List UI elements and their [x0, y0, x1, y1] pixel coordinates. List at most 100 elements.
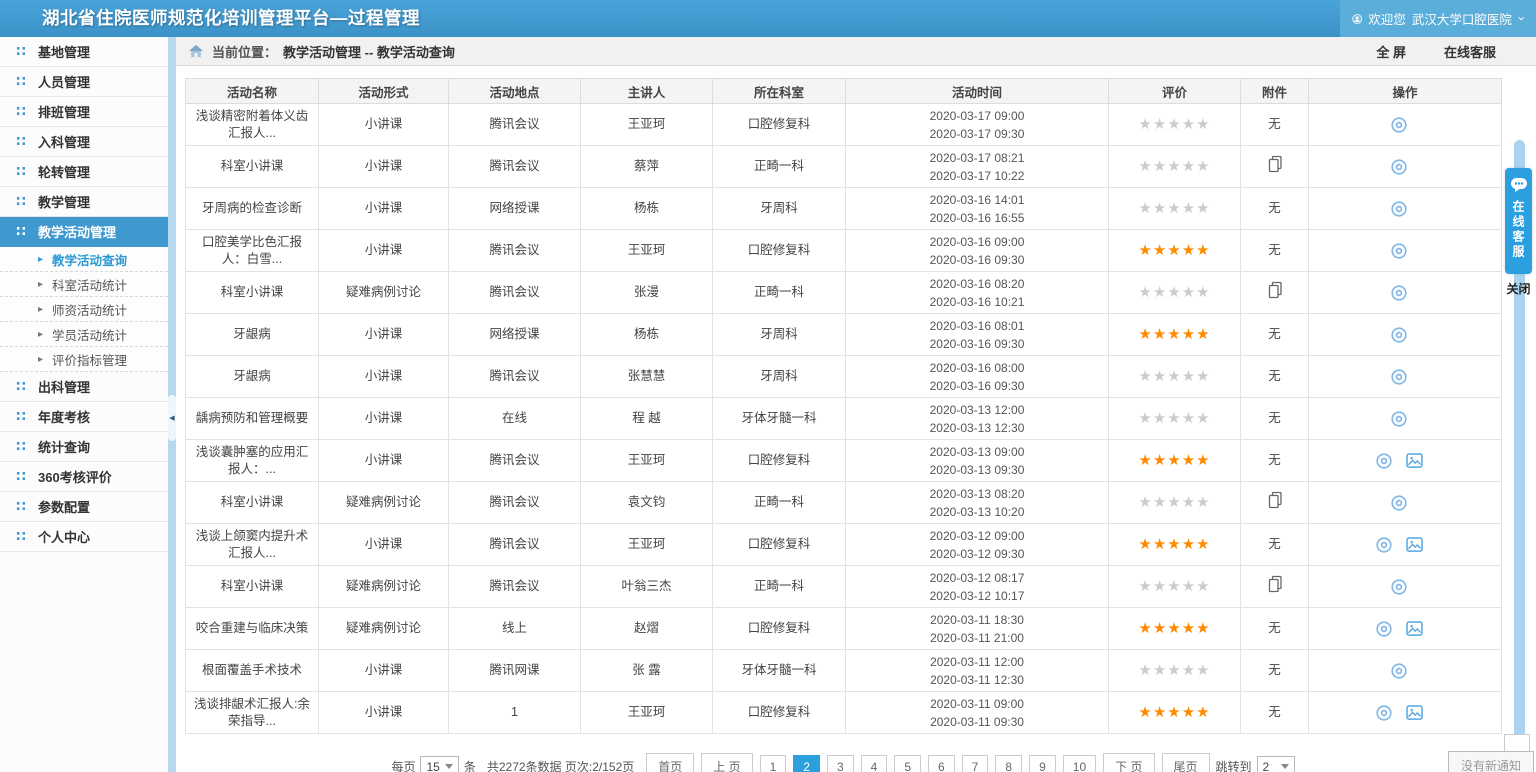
prev-page-button[interactable]: 上 页 [701, 753, 752, 772]
view-icon[interactable] [1375, 536, 1393, 554]
attachment-file-icon[interactable] [1267, 575, 1283, 593]
view-icon[interactable] [1375, 452, 1393, 470]
activity-time: 2020-03-16 08:012020-03-16 09:30 [846, 314, 1109, 356]
activity-form: 疑难病例讨论 [319, 272, 449, 314]
department: 牙周科 [713, 356, 846, 398]
breadcrumb: 教学活动管理 -- 教学活动查询 [283, 42, 455, 61]
submenu-item-activity-query[interactable]: ▸教学活动查询 [0, 247, 168, 272]
menu-dots-icon: ∷ [16, 43, 38, 60]
jump-page-select[interactable]: 2 [1257, 756, 1295, 772]
sidebar-item-personnel-mgmt[interactable]: ∷人员管理 [0, 67, 168, 97]
view-icon[interactable] [1390, 578, 1408, 596]
sidebar-item-personal-center[interactable]: ∷个人中心 [0, 522, 168, 552]
page-button-5[interactable]: 5 [894, 755, 921, 772]
view-icon[interactable] [1390, 494, 1408, 512]
sidebar-item-parameter-config[interactable]: ∷参数配置 [0, 492, 168, 522]
table-row: 龋病预防和管理概要 小讲课 在线 程 越 牙体牙髓一科 2020-03-13 1… [186, 398, 1502, 440]
image-icon[interactable] [1406, 537, 1423, 552]
image-icon[interactable] [1406, 621, 1423, 636]
activity-name: 牙龈病 [186, 356, 319, 398]
view-icon[interactable] [1390, 200, 1408, 218]
sidebar-item-enrollment-mgmt[interactable]: ∷入科管理 [0, 127, 168, 157]
activity-form: 小讲课 [319, 692, 449, 734]
menu-dots-icon: ∷ [16, 498, 38, 515]
fullscreen-button[interactable]: 全 屏 [1376, 42, 1406, 61]
sidebar-item-teaching-mgmt[interactable]: ∷教学管理 [0, 187, 168, 217]
page-button-2-current[interactable]: 2 [793, 755, 820, 772]
activity-time: 2020-03-13 08:202020-03-13 10:20 [846, 482, 1109, 524]
activity-name: 浅谈排龈术汇报人:余荣指导... [186, 692, 319, 734]
table-row: 根面覆盖手术技术 小讲课 腾讯网课 张 露 牙体牙髓一科 2020-03-11 … [186, 650, 1502, 692]
online-service-tab[interactable]: 在线客服 [1505, 168, 1532, 274]
activity-name: 咬合重建与临床决策 [186, 608, 319, 650]
page-button-1[interactable]: 1 [760, 755, 787, 772]
rating-stars: ★★★★★ [1138, 578, 1210, 595]
activity-form: 小讲课 [319, 314, 449, 356]
online-service-link[interactable]: 在线客服 [1444, 42, 1496, 61]
attachment-file-icon[interactable] [1267, 491, 1283, 509]
view-icon[interactable] [1390, 284, 1408, 302]
view-icon[interactable] [1390, 326, 1408, 344]
menu-dots-icon: ∷ [16, 378, 38, 395]
view-icon[interactable] [1390, 410, 1408, 428]
user-menu[interactable]: 欢迎您 武汉大学口腔医院 [1340, 0, 1536, 37]
first-page-button[interactable]: 首页 [646, 753, 694, 772]
view-icon[interactable] [1375, 620, 1393, 638]
activity-time: 2020-03-11 18:302020-03-11 21:00 [846, 608, 1109, 650]
page-button-6[interactable]: 6 [928, 755, 955, 772]
sidebar-collapse-handle[interactable]: ◀ [168, 395, 176, 441]
activity-place: 腾讯会议 [449, 230, 581, 272]
view-icon[interactable] [1375, 704, 1393, 722]
sidebar-item-teaching-activity-mgmt[interactable]: ∷教学活动管理 [0, 217, 168, 247]
table-row: 咬合重建与临床决策 疑难病例讨论 线上 赵熠 口腔修复科 2020-03-11 … [186, 608, 1502, 650]
activity-place: 腾讯会议 [449, 440, 581, 482]
activity-time: 2020-03-11 12:002020-03-11 12:30 [846, 650, 1109, 692]
pagination-summary: 共2272条数据 页次:2/152页 [487, 758, 634, 772]
col-attachment: 附件 [1241, 79, 1309, 104]
page-size-select[interactable]: 15 [420, 756, 458, 772]
activity-place: 线上 [449, 608, 581, 650]
page-button-7[interactable]: 7 [962, 755, 989, 772]
page-button-9[interactable]: 9 [1029, 755, 1056, 772]
avatar-icon [1352, 9, 1362, 29]
menu-dots-icon: ∷ [16, 223, 38, 240]
page-button-3[interactable]: 3 [827, 755, 854, 772]
sidebar-item-graduation-mgmt[interactable]: ∷出科管理 [0, 372, 168, 402]
view-icon[interactable] [1390, 662, 1408, 680]
menu-dots-icon: ∷ [16, 163, 38, 180]
image-icon[interactable] [1406, 453, 1423, 468]
last-page-button[interactable]: 尾页 [1162, 753, 1210, 772]
page-button-8[interactable]: 8 [995, 755, 1022, 772]
table-row: 科室小讲课 疑难病例讨论 腾讯会议 袁文钧 正畸一科 2020-03-13 08… [186, 482, 1502, 524]
attachment-file-icon[interactable] [1267, 155, 1283, 173]
attachment-file-icon[interactable] [1267, 281, 1283, 299]
view-icon[interactable] [1390, 368, 1408, 386]
welcome-label: 欢迎您 [1368, 9, 1406, 28]
top-header: 湖北省住院医师规范化培训管理平台—过程管理 欢迎您 武汉大学口腔医院 [0, 0, 1536, 37]
department: 口腔修复科 [713, 692, 846, 734]
rating-stars: ★★★★★ [1138, 704, 1210, 721]
close-service-button[interactable]: 关闭 [1505, 280, 1532, 297]
submenu-item-faculty-activity-stats[interactable]: ▸师资活动统计 [0, 297, 168, 322]
speaker: 王亚珂 [581, 692, 713, 734]
col-activity-form: 活动形式 [319, 79, 449, 104]
activity-place: 腾讯网课 [449, 650, 581, 692]
sidebar-item-scheduling-mgmt[interactable]: ∷排班管理 [0, 97, 168, 127]
sidebar-item-base-mgmt[interactable]: ∷基地管理 [0, 37, 168, 67]
page-button-10[interactable]: 10 [1063, 755, 1096, 772]
sidebar-item-statistics-query[interactable]: ∷统计查询 [0, 432, 168, 462]
image-icon[interactable] [1406, 705, 1423, 720]
page-button-4[interactable]: 4 [861, 755, 888, 772]
submenu-item-dept-activity-stats[interactable]: ▸科室活动统计 [0, 272, 168, 297]
sidebar-item-rotation-mgmt[interactable]: ∷轮转管理 [0, 157, 168, 187]
view-icon[interactable] [1390, 116, 1408, 134]
view-icon[interactable] [1390, 242, 1408, 260]
sidebar-item-annual-assessment[interactable]: ∷年度考核 [0, 402, 168, 432]
sidebar-item-360-assessment[interactable]: ∷360考核评价 [0, 462, 168, 492]
attachment-none-label: 无 [1268, 369, 1281, 383]
submenu-item-trainee-activity-stats[interactable]: ▸学员活动统计 [0, 322, 168, 347]
submenu-item-evaluation-index-mgmt[interactable]: ▸评价指标管理 [0, 347, 168, 372]
view-icon[interactable] [1390, 158, 1408, 176]
rating-stars: ★★★★★ [1138, 326, 1210, 343]
next-page-button[interactable]: 下 页 [1103, 753, 1154, 772]
